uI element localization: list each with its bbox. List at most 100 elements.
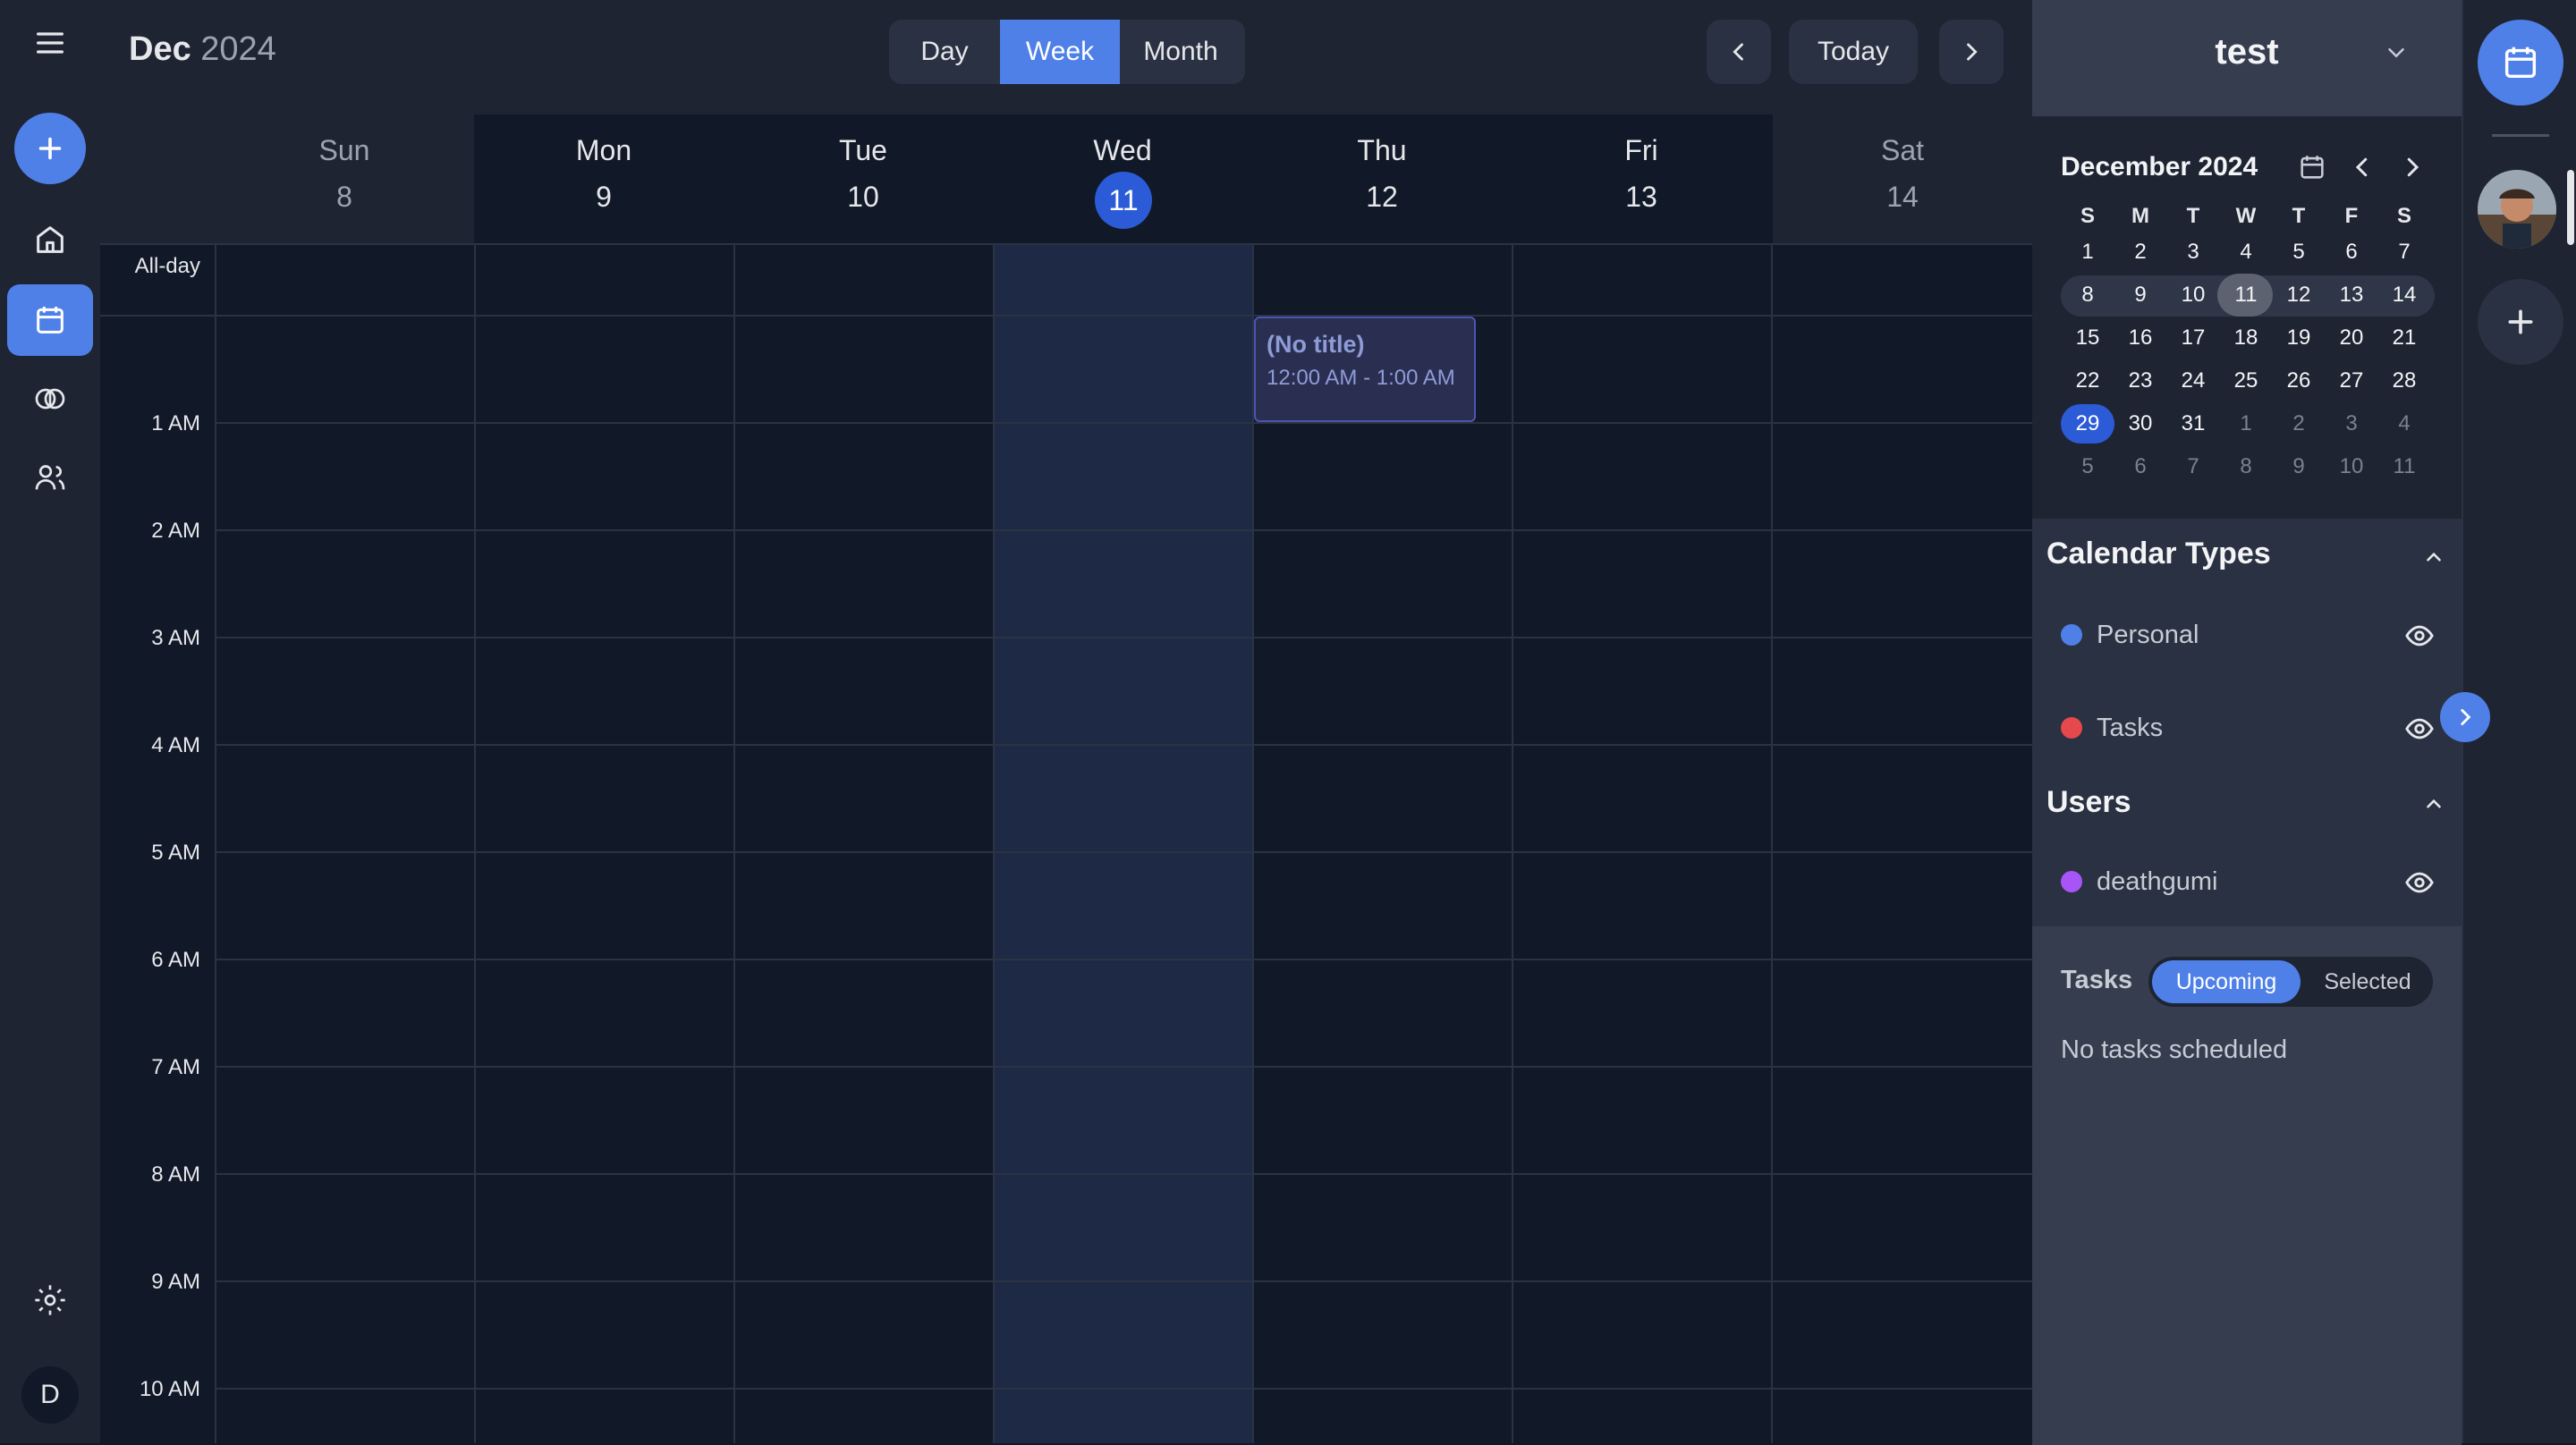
mini-calendar-day[interactable]: 19	[2272, 318, 2326, 358]
view-week-button[interactable]: Week	[1000, 20, 1120, 84]
tasks-title: Tasks	[2061, 966, 2133, 994]
chevron-up-icon[interactable]	[2422, 545, 2445, 569]
hour-line	[215, 422, 2032, 424]
day-header-wed[interactable]: Wed 11	[993, 114, 1252, 243]
day-header-sun[interactable]: Sun 8	[215, 114, 474, 243]
calendar-nav-button[interactable]	[7, 284, 93, 356]
tasks-section: Tasks Upcoming Selected No tasks schedul…	[2032, 925, 2462, 1445]
mini-calendar-day[interactable]: 27	[2325, 361, 2378, 401]
day-number: 10	[847, 181, 879, 213]
mini-calendar-day[interactable]: 2	[2114, 232, 2167, 272]
calendar-selector[interactable]: test	[2032, 0, 2462, 116]
today-button[interactable]: Today	[1789, 20, 1918, 84]
settings-icon[interactable]	[25, 1275, 75, 1325]
mini-calendar-day[interactable]: 13	[2325, 275, 2378, 315]
mini-calendar-day[interactable]: 10	[2166, 275, 2220, 315]
users-icon[interactable]	[25, 452, 75, 503]
collapse-panel-button[interactable]	[2440, 692, 2490, 742]
mini-calendar-day[interactable]: 1	[2061, 232, 2114, 272]
menu-icon[interactable]	[25, 18, 75, 68]
mini-calendar-day[interactable]: 2	[2272, 404, 2326, 444]
day-header-tue[interactable]: Tue 10	[733, 114, 993, 243]
mini-calendar-day[interactable]: 21	[2377, 318, 2431, 358]
mini-calendar-day[interactable]: 4	[2219, 232, 2273, 272]
mini-calendar-day[interactable]: 8	[2061, 275, 2114, 315]
chevron-up-icon[interactable]	[2422, 792, 2445, 815]
chevron-down-icon	[2388, 48, 2404, 58]
mini-calendar-day[interactable]: 11	[2217, 274, 2273, 317]
grid-line	[100, 243, 2032, 245]
mini-calendar-day[interactable]: 25	[2219, 361, 2273, 401]
prev-week-button[interactable]	[1707, 20, 1771, 84]
chevron-left-icon[interactable]	[2349, 154, 2376, 181]
view-day-button[interactable]: Day	[889, 20, 1000, 84]
mini-calendar-day[interactable]: 24	[2166, 361, 2220, 401]
calendar-icon[interactable]	[2297, 152, 2327, 182]
mini-calendar-day[interactable]: 26	[2272, 361, 2326, 401]
add-app-button[interactable]	[2478, 279, 2563, 365]
mini-calendar-day[interactable]: 11	[2377, 447, 2431, 486]
day-header-mon[interactable]: Mon 9	[474, 114, 733, 243]
mini-calendar-day[interactable]: 3	[2325, 404, 2378, 444]
mini-calendar-day[interactable]: 5	[2061, 447, 2114, 486]
mini-calendar-day[interactable]: 7	[2166, 447, 2220, 486]
next-week-button[interactable]	[1939, 20, 2004, 84]
mini-calendar-day[interactable]: 5	[2272, 232, 2326, 272]
avatar[interactable]: D	[21, 1366, 79, 1424]
upcoming-tab[interactable]: Upcoming	[2152, 960, 2301, 1003]
selected-tab[interactable]: Selected	[2306, 960, 2429, 1003]
mini-calendar-day[interactable]: 23	[2114, 361, 2167, 401]
task-filter-toggle: Upcoming Selected	[2148, 957, 2433, 1007]
mini-calendar-day[interactable]: 10	[2325, 447, 2378, 486]
calendar-event[interactable]: (No title) 12:00 AM - 1:00 AM	[1254, 317, 1476, 422]
mini-calendar-day[interactable]: 4	[2377, 404, 2431, 444]
hour-line	[215, 1280, 2032, 1282]
mini-calendar-day[interactable]: 7	[2377, 232, 2431, 272]
view-month-button[interactable]: Month	[1120, 20, 1241, 84]
mini-calendar-day[interactable]: 18	[2219, 318, 2273, 358]
chevron-right-icon[interactable]	[2399, 154, 2426, 181]
eye-icon[interactable]	[2404, 621, 2435, 651]
day-header-thu[interactable]: Thu 12	[1252, 114, 1512, 243]
mini-calendar-day[interactable]: 31	[2166, 404, 2220, 444]
chevron-right-icon	[1967, 43, 1978, 61]
day-number: 9	[596, 181, 612, 213]
mini-calendar-day[interactable]: 8	[2219, 447, 2273, 486]
day-header-fri[interactable]: Fri 13	[1512, 114, 1771, 243]
title-month: Dec	[129, 30, 191, 68]
mini-calendar-day[interactable]: 1	[2219, 404, 2273, 444]
mini-calendar-day[interactable]: 12	[2272, 275, 2326, 315]
mini-calendar-day[interactable]: 29	[2061, 404, 2114, 444]
weekday-initial: S	[2080, 204, 2095, 228]
home-icon[interactable]	[25, 215, 75, 265]
mini-calendar-day[interactable]: 17	[2166, 318, 2220, 358]
create-button[interactable]	[14, 113, 86, 184]
chevron-right-icon	[2461, 709, 2471, 725]
weekday-initial: M	[2131, 204, 2149, 228]
mini-calendar-day[interactable]: 9	[2114, 275, 2167, 315]
mini-calendar-day[interactable]: 14	[2377, 275, 2431, 315]
mini-calendar-day[interactable]: 15	[2061, 318, 2114, 358]
hour-line	[215, 1388, 2032, 1390]
calendar-app-button[interactable]	[2478, 20, 2563, 106]
eye-icon[interactable]	[2404, 714, 2435, 744]
mini-calendar-day[interactable]: 30	[2114, 404, 2167, 444]
user-item-deathgumi[interactable]: deathgumi	[2032, 855, 2462, 908]
calendar-type-label: Tasks	[2097, 714, 2164, 742]
mini-calendar-day[interactable]: 16	[2114, 318, 2167, 358]
mini-calendar-day[interactable]: 20	[2325, 318, 2378, 358]
mini-calendar-day[interactable]: 22	[2061, 361, 2114, 401]
mini-calendar-day[interactable]: 3	[2166, 232, 2220, 272]
calendar-types-title: Calendar Types	[2046, 537, 2271, 570]
mini-calendar-day[interactable]: 28	[2377, 361, 2431, 401]
calendar-type-tasks[interactable]: Tasks	[2032, 701, 2462, 755]
brain-icon[interactable]	[25, 374, 75, 424]
day-header-sat[interactable]: Sat 14	[1773, 114, 2032, 243]
profile-avatar[interactable]	[2478, 170, 2556, 249]
mini-calendar-day[interactable]: 9	[2272, 447, 2326, 486]
calendar-type-personal[interactable]: Personal	[2032, 608, 2462, 662]
mini-calendar-day[interactable]: 6	[2114, 447, 2167, 486]
day-number: 12	[1366, 181, 1398, 213]
mini-calendar-day[interactable]: 6	[2325, 232, 2378, 272]
eye-icon[interactable]	[2404, 867, 2435, 898]
